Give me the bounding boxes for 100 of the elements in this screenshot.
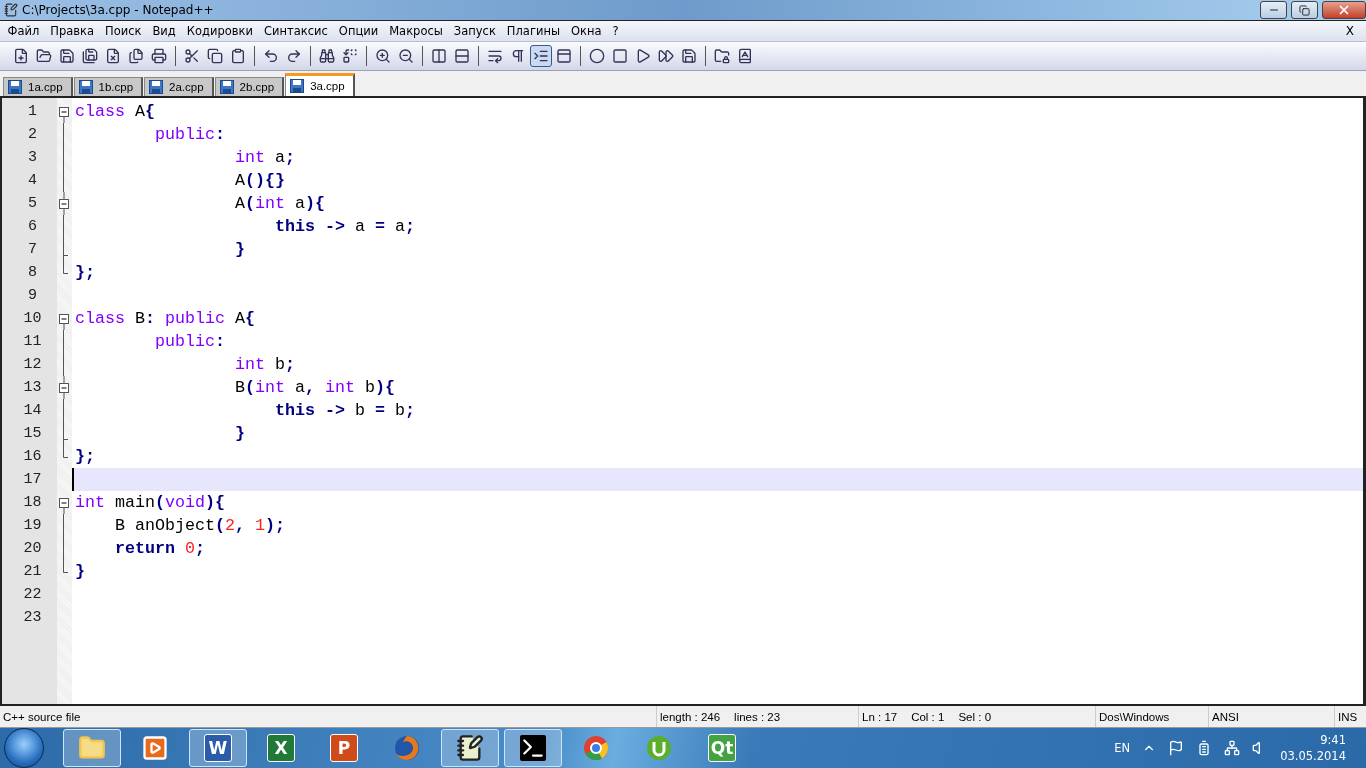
file-tab[interactable]: 1a.cpp <box>3 77 73 96</box>
new-file-icon <box>13 48 29 64</box>
taskbar-app-button[interactable]: P <box>315 729 373 767</box>
file-tab[interactable]: 2a.cpp <box>144 77 214 96</box>
zoom-out-icon <box>398 48 414 64</box>
clock[interactable]: 9:41 03.05.2014 <box>1280 732 1346 764</box>
close-all-icon <box>128 48 144 64</box>
taskbar-app-button[interactable]: X <box>252 729 310 767</box>
minimize-button[interactable] <box>1260 1 1287 19</box>
undo-icon <box>263 48 279 64</box>
taskbar-app-button[interactable] <box>504 729 562 767</box>
menu-item[interactable]: Кодировки <box>181 22 259 40</box>
menu-item[interactable]: Файл <box>2 22 45 40</box>
file-tab[interactable]: 3a.cpp <box>285 73 355 96</box>
fold-end-line <box>63 261 68 274</box>
indent-icon <box>533 48 549 64</box>
save-all-icon <box>82 48 98 64</box>
line-number: 16 <box>22 447 43 467</box>
line-number: 22 <box>22 585 43 605</box>
close-icon <box>1337 3 1351 17</box>
file-tab[interactable]: 2b.cpp <box>214 77 285 96</box>
taskbar-app-button[interactable]: W <box>189 729 247 767</box>
file-type-label: C++ source file <box>3 710 81 723</box>
menu-item[interactable]: ? <box>607 22 625 40</box>
print-icon <box>151 48 167 64</box>
fold-marker-icon[interactable] <box>59 498 69 514</box>
close-document-button[interactable]: X <box>1339 23 1360 39</box>
line-number: 4 <box>27 171 38 191</box>
menu-item[interactable]: Синтаксис <box>258 22 334 40</box>
fast-forward-icon <box>658 48 674 64</box>
lines-label: lines : 23 <box>734 710 781 723</box>
menu-item[interactable]: Запуск <box>448 22 502 40</box>
menu-item[interactable]: Правка <box>44 22 100 40</box>
close-button[interactable] <box>1322 1 1366 19</box>
terminal-icon <box>520 735 546 761</box>
browser-globe-icon <box>393 734 421 762</box>
menu-item[interactable]: Поиск <box>99 22 147 40</box>
record-icon <box>589 48 605 64</box>
fold-end-line <box>63 560 68 573</box>
eol-label: Dos\Windows <box>1099 710 1170 723</box>
fold-marker-icon[interactable] <box>59 376 69 399</box>
fold-marker-icon[interactable] <box>59 107 69 123</box>
stop-icon <box>612 48 628 64</box>
rows-icon <box>454 48 470 64</box>
folder-lock-icon <box>714 48 730 64</box>
line-number: 6 <box>27 217 38 237</box>
column-label: Col : 1 <box>911 710 945 723</box>
spreadsheet-logo: X <box>267 734 295 762</box>
qt-logo: Qt <box>708 734 736 762</box>
menu-item[interactable]: Макросы <box>383 22 449 40</box>
line-number: 23 <box>22 608 43 628</box>
line-number: 8 <box>27 263 38 283</box>
line-number: 15 <box>22 424 43 444</box>
selection-label: Sel : 0 <box>958 710 992 723</box>
line-number: 9 <box>27 286 38 306</box>
line-number: 18 <box>22 493 43 513</box>
book-icon <box>737 48 753 64</box>
line-number: 13 <box>22 378 43 398</box>
flag-icon[interactable] <box>1168 740 1185 756</box>
line-number: 7 <box>27 240 38 260</box>
close-file-icon <box>105 48 121 64</box>
line-number: 17 <box>22 470 43 490</box>
fold-marker-icon[interactable] <box>59 314 69 330</box>
browser-circle-icon <box>582 734 610 762</box>
menu-item[interactable]: Вид <box>147 22 182 40</box>
line-number: 14 <box>22 401 43 421</box>
line-number: 19 <box>22 516 43 536</box>
encoding-label: ANSI <box>1212 710 1239 723</box>
taskbar-app-button[interactable] <box>441 729 499 767</box>
copy-icon <box>207 48 223 64</box>
line-number: 1 <box>27 102 38 122</box>
line-number: 12 <box>22 355 43 375</box>
language-indicator[interactable]: EN <box>1114 741 1131 755</box>
window-title: C:\Projects\3a.cpp - Notepad++ <box>22 3 214 17</box>
restore-icon <box>1299 4 1310 16</box>
file-tab[interactable]: 1b.cpp <box>73 77 144 96</box>
pilcrow-icon <box>510 48 526 64</box>
restore-button[interactable] <box>1291 1 1318 19</box>
save-icon <box>59 48 75 64</box>
fold-marker-icon[interactable] <box>59 192 69 215</box>
notepad-icon <box>456 734 484 762</box>
start-button[interactable] <box>4 728 44 768</box>
media-player-icon <box>141 734 169 762</box>
binoculars-icon <box>319 48 335 64</box>
network-icon[interactable] <box>1224 740 1241 756</box>
line-number: 5 <box>27 194 38 214</box>
insert-mode-label: INS <box>1338 710 1358 723</box>
length-label: length : 246 <box>660 710 721 723</box>
line-number: 11 <box>22 332 43 352</box>
indent-button[interactable] <box>530 45 552 67</box>
panel-icon <box>556 48 572 64</box>
fold-end-line <box>63 445 68 458</box>
menu-item[interactable]: Опции <box>333 22 384 40</box>
play-icon <box>635 48 651 64</box>
columns-icon <box>431 48 447 64</box>
line-number: 10 <box>22 309 43 329</box>
menu-item[interactable]: Окна <box>565 22 608 40</box>
presentation-logo: P <box>330 734 358 762</box>
line-number: 2 <box>27 125 38 145</box>
menu-item[interactable]: Плагины <box>501 22 566 40</box>
